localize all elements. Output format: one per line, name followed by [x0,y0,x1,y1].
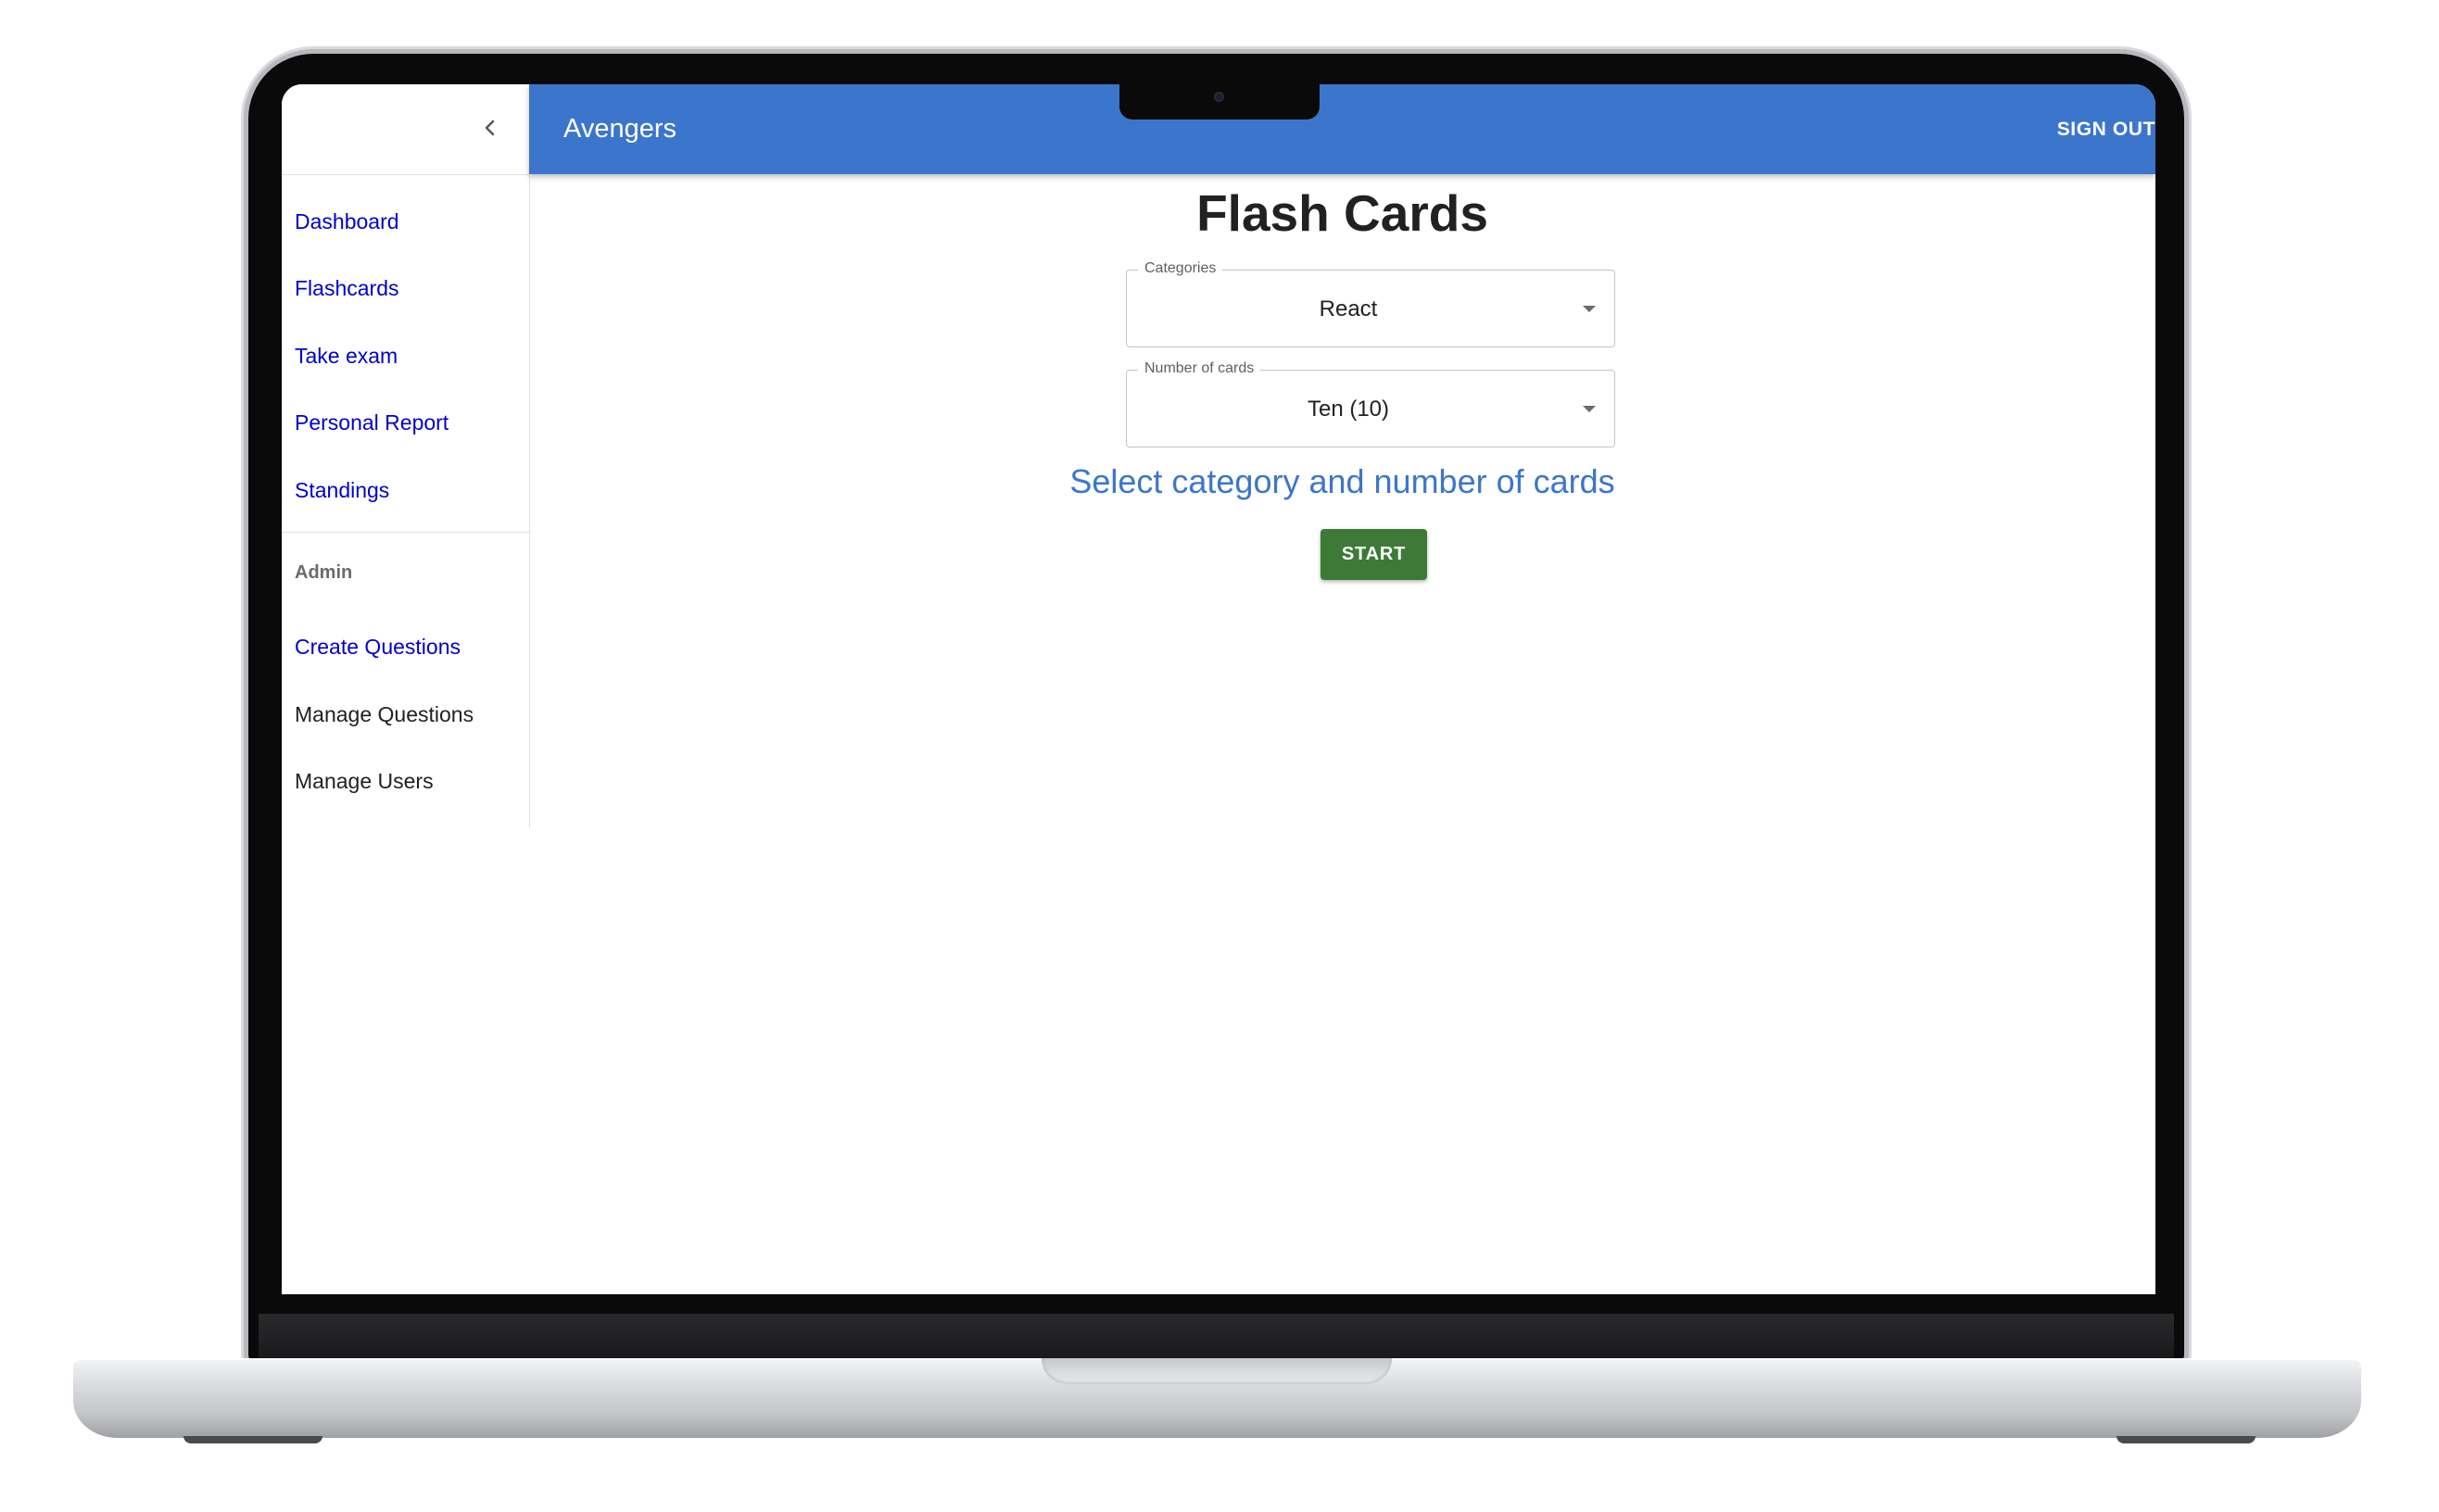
camera-notch [1119,84,1320,120]
drawer-header [282,84,529,175]
page-title: Flash Cards [1196,184,1488,242]
camera-icon [1214,92,1224,102]
start-button[interactable]: START [1321,529,1427,580]
dropdown-arrow-icon [1583,306,1596,312]
chevron-left-icon [485,120,495,136]
screen: Dashboard Flashcards Take exam Personal … [282,84,2155,1294]
laptop-foot-left [183,1436,322,1443]
sidebar-item-dashboard[interactable]: Dashboard [282,188,529,256]
main-nav: Dashboard Flashcards Take exam Personal … [282,175,529,533]
sidebar-drawer: Dashboard Flashcards Take exam Personal … [282,84,530,827]
categories-value: React [1319,296,1378,321]
main-content: Flash Cards Categories React Number of c… [529,174,2155,1294]
collapse-drawer-button[interactable] [467,105,513,151]
sidebar-item-manage-questions[interactable]: Manage Questions [282,681,529,749]
number-of-cards-select[interactable]: Number of cards Ten (10) [1126,360,1615,447]
sidebar-item-standings[interactable]: Standings [282,457,529,524]
helper-text: Select category and number of cards [1069,462,1615,500]
sidebar-item-flashcards[interactable]: Flashcards [282,256,529,323]
sidebar-item-create-questions[interactable]: Create Questions [282,614,529,682]
admin-subheader: Admin [295,562,353,583]
laptop-base-notch [1042,1358,1392,1384]
app-title: Avengers [563,114,676,144]
sign-out-button[interactable]: SIGN OUT [2057,84,2155,174]
laptop-foot-right [2117,1436,2256,1443]
admin-nav: Admin Create Questions Manage Questions … [282,533,529,816]
app-bar: Avengers SIGN OUT [529,84,2155,174]
sidebar-item-manage-users[interactable]: Manage Users [282,749,529,816]
sidebar-item-take-exam[interactable]: Take exam [282,322,529,390]
categories-select[interactable]: Categories React [1126,260,1615,347]
number-of-cards-value: Ten (10) [1307,397,1390,422]
dropdown-arrow-icon [1583,406,1596,412]
sidebar-item-personal-report[interactable]: Personal Report [282,390,529,458]
laptop-chin [259,1314,2174,1358]
